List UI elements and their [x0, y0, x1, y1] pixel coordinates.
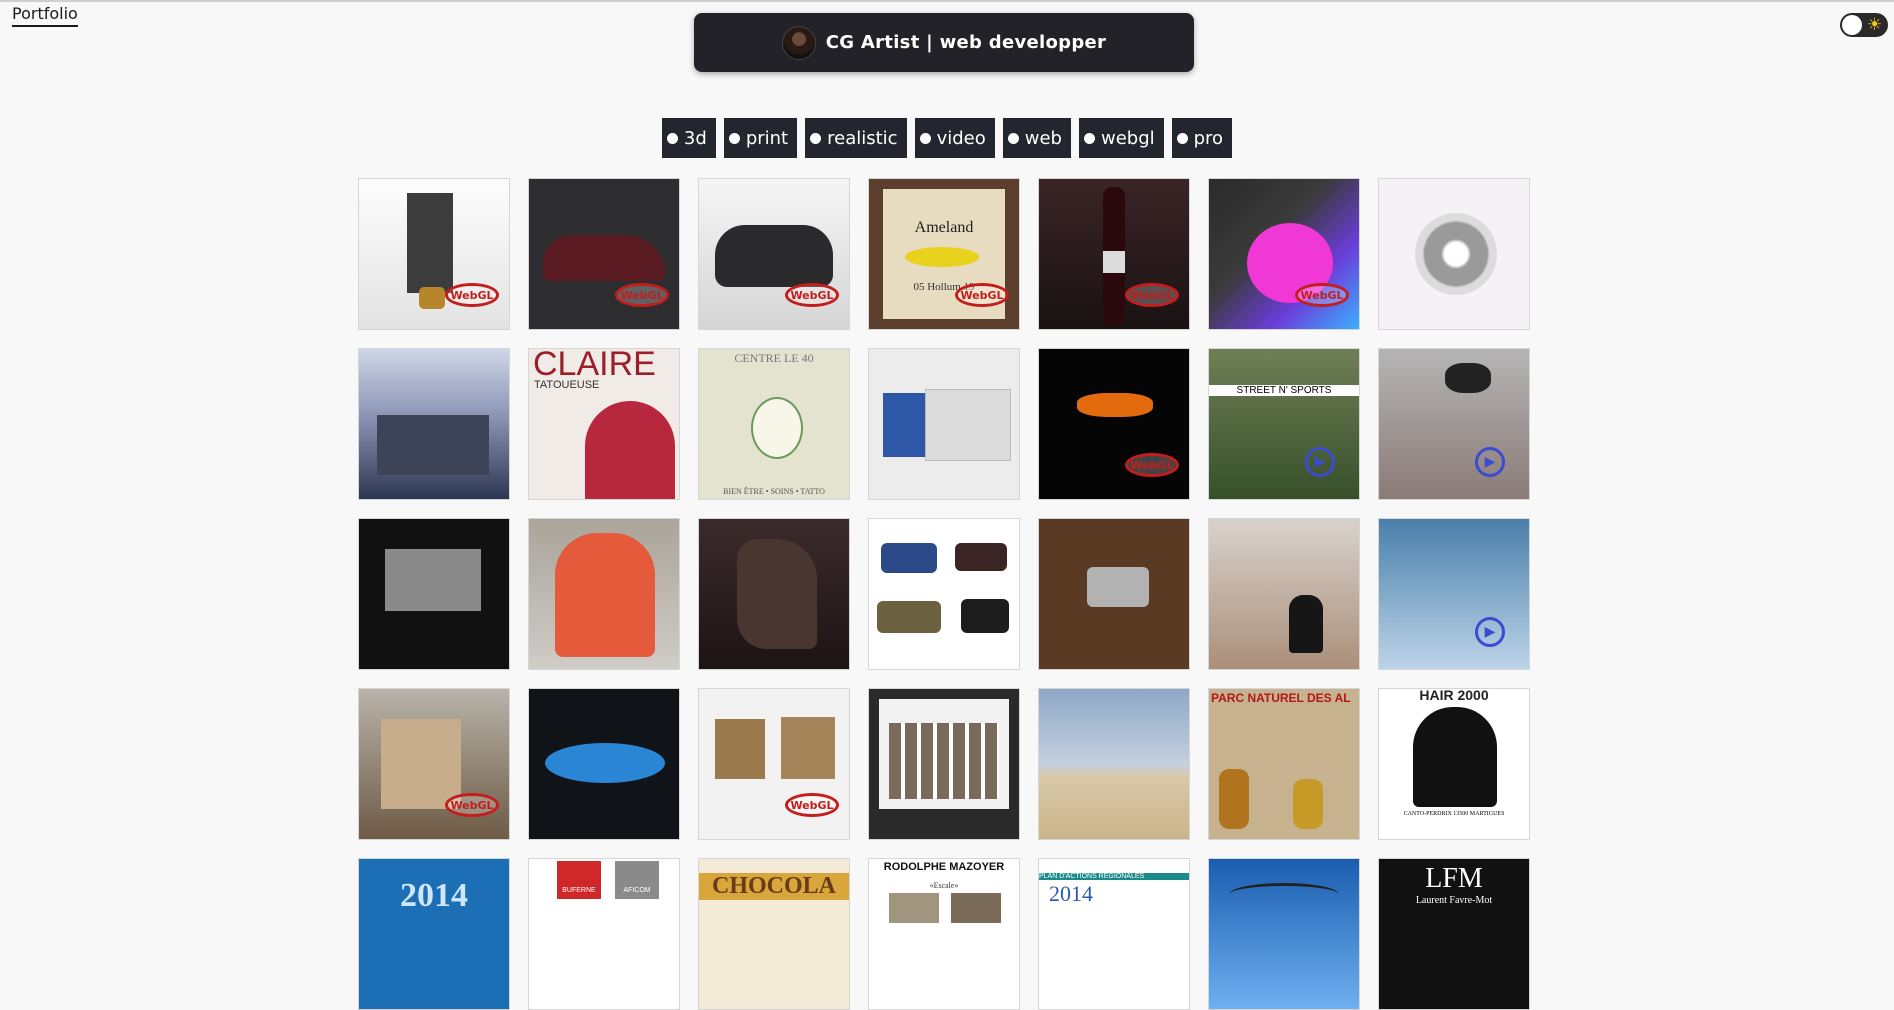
- portfolio-link[interactable]: Portfolio: [12, 4, 78, 27]
- gallery-tile[interactable]: HAIR 2000 CANTO-PERDRIX 13500 MARTIGUES: [1378, 688, 1530, 840]
- gallery-tile[interactable]: [868, 518, 1020, 670]
- filter-dot: [810, 132, 822, 144]
- tile-text: RODOLPHE MAZOYER: [883, 861, 1005, 873]
- toggle-knob: [1842, 15, 1862, 35]
- gallery-tile[interactable]: WebGL: [698, 688, 850, 840]
- play-icon: ▶: [1475, 447, 1505, 477]
- filter-dot: [1176, 132, 1188, 144]
- filter-label: video: [936, 127, 986, 149]
- webgl-badge: WebGL: [785, 283, 839, 307]
- top-border: [0, 0, 1894, 2]
- filter-bar: 3d print realistic video web webgl pro: [661, 118, 1233, 158]
- play-icon: ▶: [1475, 617, 1505, 647]
- filter-label: realistic: [827, 127, 898, 149]
- header-banner[interactable]: CG Artist | web developper: [694, 13, 1194, 72]
- tile-text: PLAN D'ACTIONS RÉGIONALES: [1039, 873, 1189, 880]
- gallery-tile[interactable]: WebGL: [698, 178, 850, 330]
- tile-text: TATOUEUSE: [534, 379, 600, 391]
- gallery-tile[interactable]: [528, 688, 680, 840]
- gallery-tile[interactable]: [528, 518, 680, 670]
- tile-text: HAIR 2000: [1419, 688, 1489, 703]
- play-icon: ▶: [1305, 447, 1335, 477]
- gallery-tile[interactable]: WebGL: [358, 178, 510, 330]
- filter-print[interactable]: print: [723, 118, 798, 158]
- gallery-tile[interactable]: LFM Laurent Favre-Mot: [1378, 858, 1530, 1010]
- filter-realistic[interactable]: realistic: [805, 118, 907, 158]
- gallery-tile[interactable]: STREET N' SPORTS ▶: [1208, 348, 1360, 500]
- filter-webgl[interactable]: webgl: [1078, 118, 1164, 158]
- tile-text: STREET N' SPORTS: [1209, 385, 1359, 396]
- filter-pro[interactable]: pro: [1171, 118, 1233, 158]
- filter-dot: [666, 132, 678, 144]
- webgl-badge: WebGL: [785, 793, 839, 817]
- tile-text: Ameland: [914, 219, 974, 236]
- gallery-tile[interactable]: [698, 518, 850, 670]
- tile-text: CENTRE LE 40: [734, 351, 814, 365]
- gallery-tile[interactable]: CENTRE LE 40 BIEN ÊTRE • SOINS • TATTO: [698, 348, 850, 500]
- webgl-badge: WebGL: [445, 793, 499, 817]
- gallery-tile[interactable]: WebGL: [1038, 348, 1190, 500]
- tile-text: BUFERNE: [562, 887, 596, 894]
- tile-text: BIEN ÊTRE • SOINS • TATTO: [723, 487, 825, 496]
- webgl-badge: WebGL: [445, 283, 499, 307]
- gallery-tile[interactable]: WebGL: [1208, 178, 1360, 330]
- gallery-tile[interactable]: [358, 518, 510, 670]
- tile-text: AFICOM: [623, 887, 651, 894]
- gallery-tile[interactable]: 2014: [358, 858, 510, 1010]
- gallery-tile[interactable]: WebGL: [358, 688, 510, 840]
- filter-dot: [1007, 132, 1019, 144]
- tile-text: LFM: [1425, 863, 1483, 894]
- gallery-tile[interactable]: WebGL: [1038, 178, 1190, 330]
- filter-3d[interactable]: 3d: [661, 118, 716, 158]
- filter-label: print: [745, 127, 789, 149]
- gallery-tile[interactable]: PARC NATUREL DES AL: [1208, 688, 1360, 840]
- theme-toggle[interactable]: ☀: [1840, 13, 1888, 37]
- filter-label: webgl: [1100, 127, 1155, 149]
- gallery-tile[interactable]: CHOCOLA: [698, 858, 850, 1010]
- tile-text: CHOCOLA: [699, 873, 849, 900]
- gallery-tile[interactable]: [358, 348, 510, 500]
- webgl-badge: WebGL: [1125, 283, 1179, 307]
- avatar: [781, 25, 816, 60]
- gallery-tile[interactable]: [1038, 518, 1190, 670]
- tile-text: CANTO-PERDRIX 13500 MARTIGUES: [1403, 811, 1505, 817]
- filter-label: web: [1024, 127, 1062, 149]
- tile-text: «Escale»: [929, 881, 959, 890]
- gallery-tile[interactable]: ▶: [1378, 518, 1530, 670]
- filter-dot: [1083, 132, 1095, 144]
- gallery-tile[interactable]: [1038, 688, 1190, 840]
- gallery-tile[interactable]: [1208, 518, 1360, 670]
- tile-text: Laurent Favre-Mot: [1415, 895, 1493, 906]
- filter-dot: [919, 132, 931, 144]
- sun-icon: ☀: [1867, 15, 1883, 35]
- gallery-tile[interactable]: Ameland 05 Hollum 19 WebGL: [868, 178, 1020, 330]
- gallery-tile[interactable]: [868, 348, 1020, 500]
- gallery-tile[interactable]: [1378, 178, 1530, 330]
- header-title: CG Artist | web developper: [825, 32, 1107, 53]
- tile-text: 2014: [400, 877, 468, 914]
- gallery-tile[interactable]: BUFERNE AFICOM: [528, 858, 680, 1010]
- filter-label: 3d: [683, 127, 707, 149]
- tile-text: PARC NATUREL DES AL: [1211, 691, 1351, 705]
- gallery-tile[interactable]: WebGL: [528, 178, 680, 330]
- filter-dot: [728, 132, 740, 144]
- gallery-tile[interactable]: CLAIRE TATOUEUSE: [528, 348, 680, 500]
- gallery-tile[interactable]: [1208, 858, 1360, 1010]
- gallery-tile[interactable]: PLAN D'ACTIONS RÉGIONALES 2014: [1038, 858, 1190, 1010]
- filter-web[interactable]: web: [1002, 118, 1071, 158]
- tile-text: 2014: [1049, 881, 1093, 906]
- gallery-tile[interactable]: ▶: [1378, 348, 1530, 500]
- filter-video[interactable]: video: [914, 118, 995, 158]
- webgl-badge: WebGL: [1125, 453, 1179, 477]
- webgl-badge: WebGL: [955, 283, 1009, 307]
- gallery-tile[interactable]: [868, 688, 1020, 840]
- filter-label: pro: [1193, 127, 1224, 149]
- gallery-tile[interactable]: RODOLPHE MAZOYER «Escale»: [868, 858, 1020, 1010]
- webgl-badge: WebGL: [1295, 283, 1349, 307]
- webgl-badge: WebGL: [615, 283, 669, 307]
